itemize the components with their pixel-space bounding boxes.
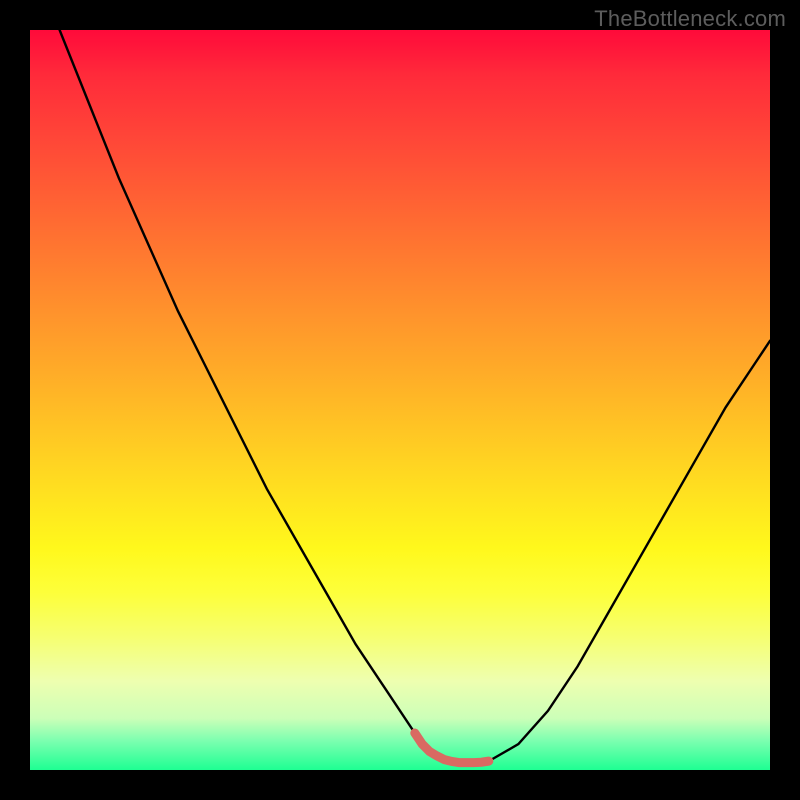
chart-frame: TheBottleneck.com xyxy=(0,0,800,800)
curve-layer xyxy=(30,30,770,770)
optimal-trough xyxy=(415,733,489,763)
watermark-text: TheBottleneck.com xyxy=(594,6,786,32)
bottleneck-curve xyxy=(30,0,770,763)
plot-area xyxy=(30,30,770,770)
